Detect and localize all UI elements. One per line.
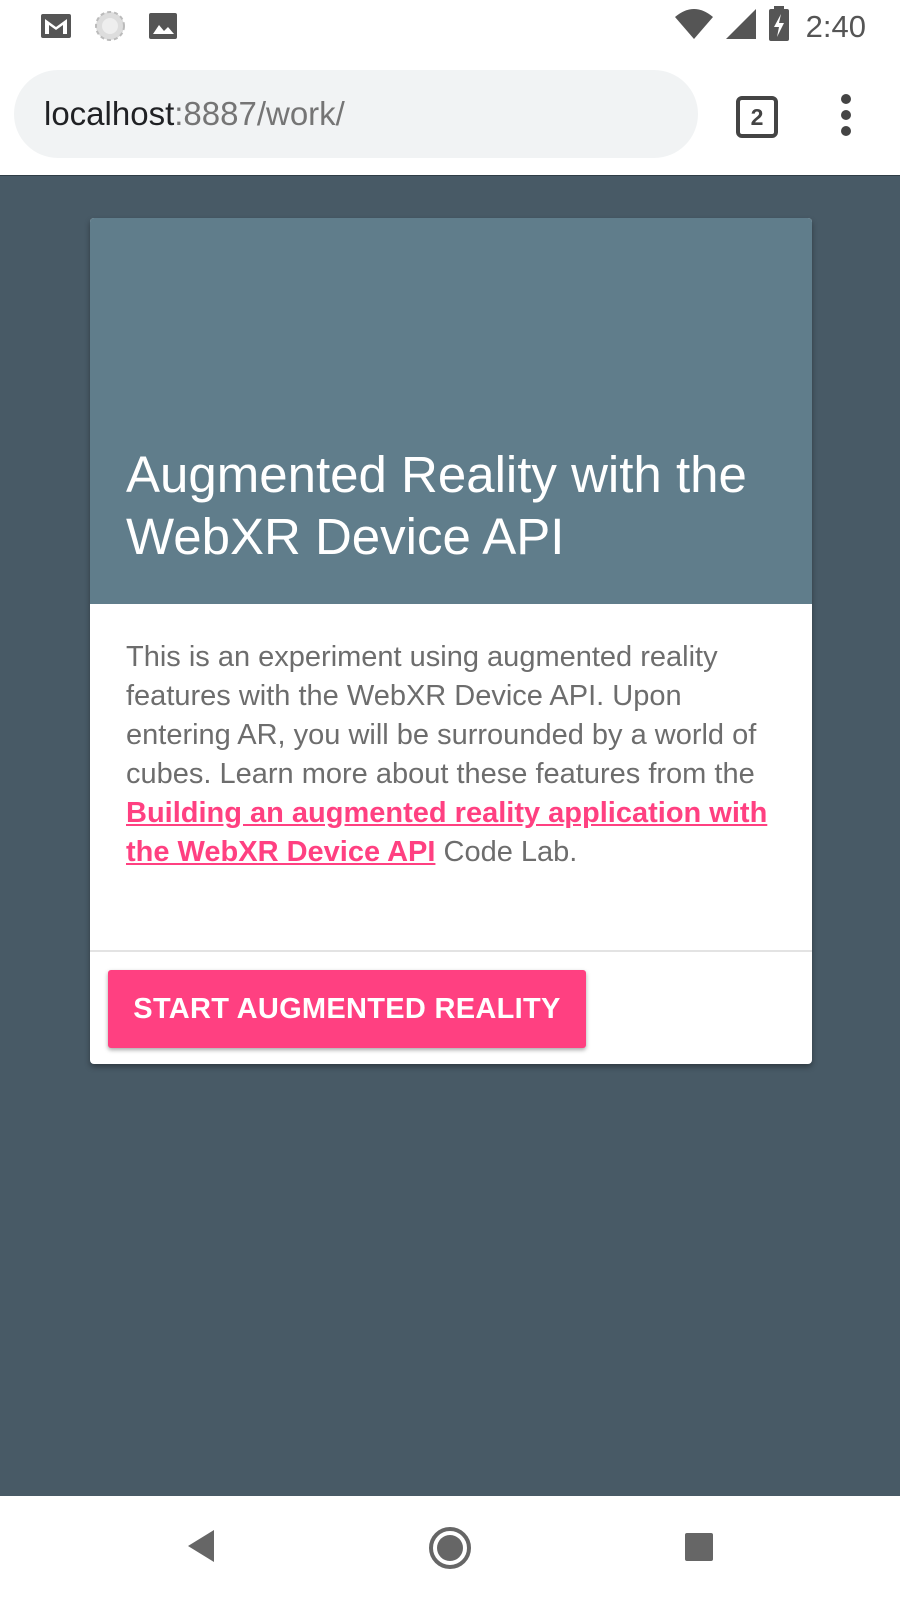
info-card: Augmented Reality with the WebXR Device …: [90, 218, 812, 1064]
sync-icon: [94, 10, 126, 47]
notification-icons: [40, 10, 178, 47]
page-content: Augmented Reality with the WebXR Device …: [0, 176, 900, 1496]
card-title: Augmented Reality with the WebXR Device …: [126, 446, 747, 565]
image-icon: [148, 12, 178, 45]
back-icon[interactable]: [186, 1528, 216, 1569]
tab-count: 2: [750, 103, 764, 130]
card-header: Augmented Reality with the WebXR Device …: [90, 218, 812, 604]
gmail-icon: [40, 13, 72, 44]
start-ar-button[interactable]: START AUGMENTED REALITY: [108, 970, 586, 1048]
tab-switcher-button[interactable]: 2: [736, 96, 778, 138]
signal-icon: [724, 7, 758, 46]
more-vert-icon[interactable]: [832, 94, 862, 136]
home-icon[interactable]: [428, 1526, 472, 1575]
recents-icon[interactable]: [684, 1532, 714, 1567]
url-text: localhost:8887/work/: [44, 95, 345, 133]
card-body: This is an experiment using augmented re…: [126, 638, 774, 872]
body-text-suffix: Code Lab.: [435, 836, 578, 868]
system-icons: 2:40: [674, 6, 866, 47]
battery-charging-icon: [768, 6, 790, 47]
url-bar[interactable]: localhost:8887/work/: [14, 70, 698, 158]
browser-toolbar: localhost:8887/work/ 2: [0, 52, 900, 177]
body-text-prefix: This is an experiment using augmented re…: [126, 641, 757, 790]
wifi-icon: [674, 7, 714, 46]
status-bar: 2:40: [0, 0, 900, 52]
url-host: localhost: [44, 95, 175, 132]
navigation-bar: [0, 1496, 900, 1600]
status-clock: 2:40: [805, 8, 866, 44]
card-divider: [90, 950, 812, 952]
url-path: :8887/work/: [174, 95, 345, 132]
